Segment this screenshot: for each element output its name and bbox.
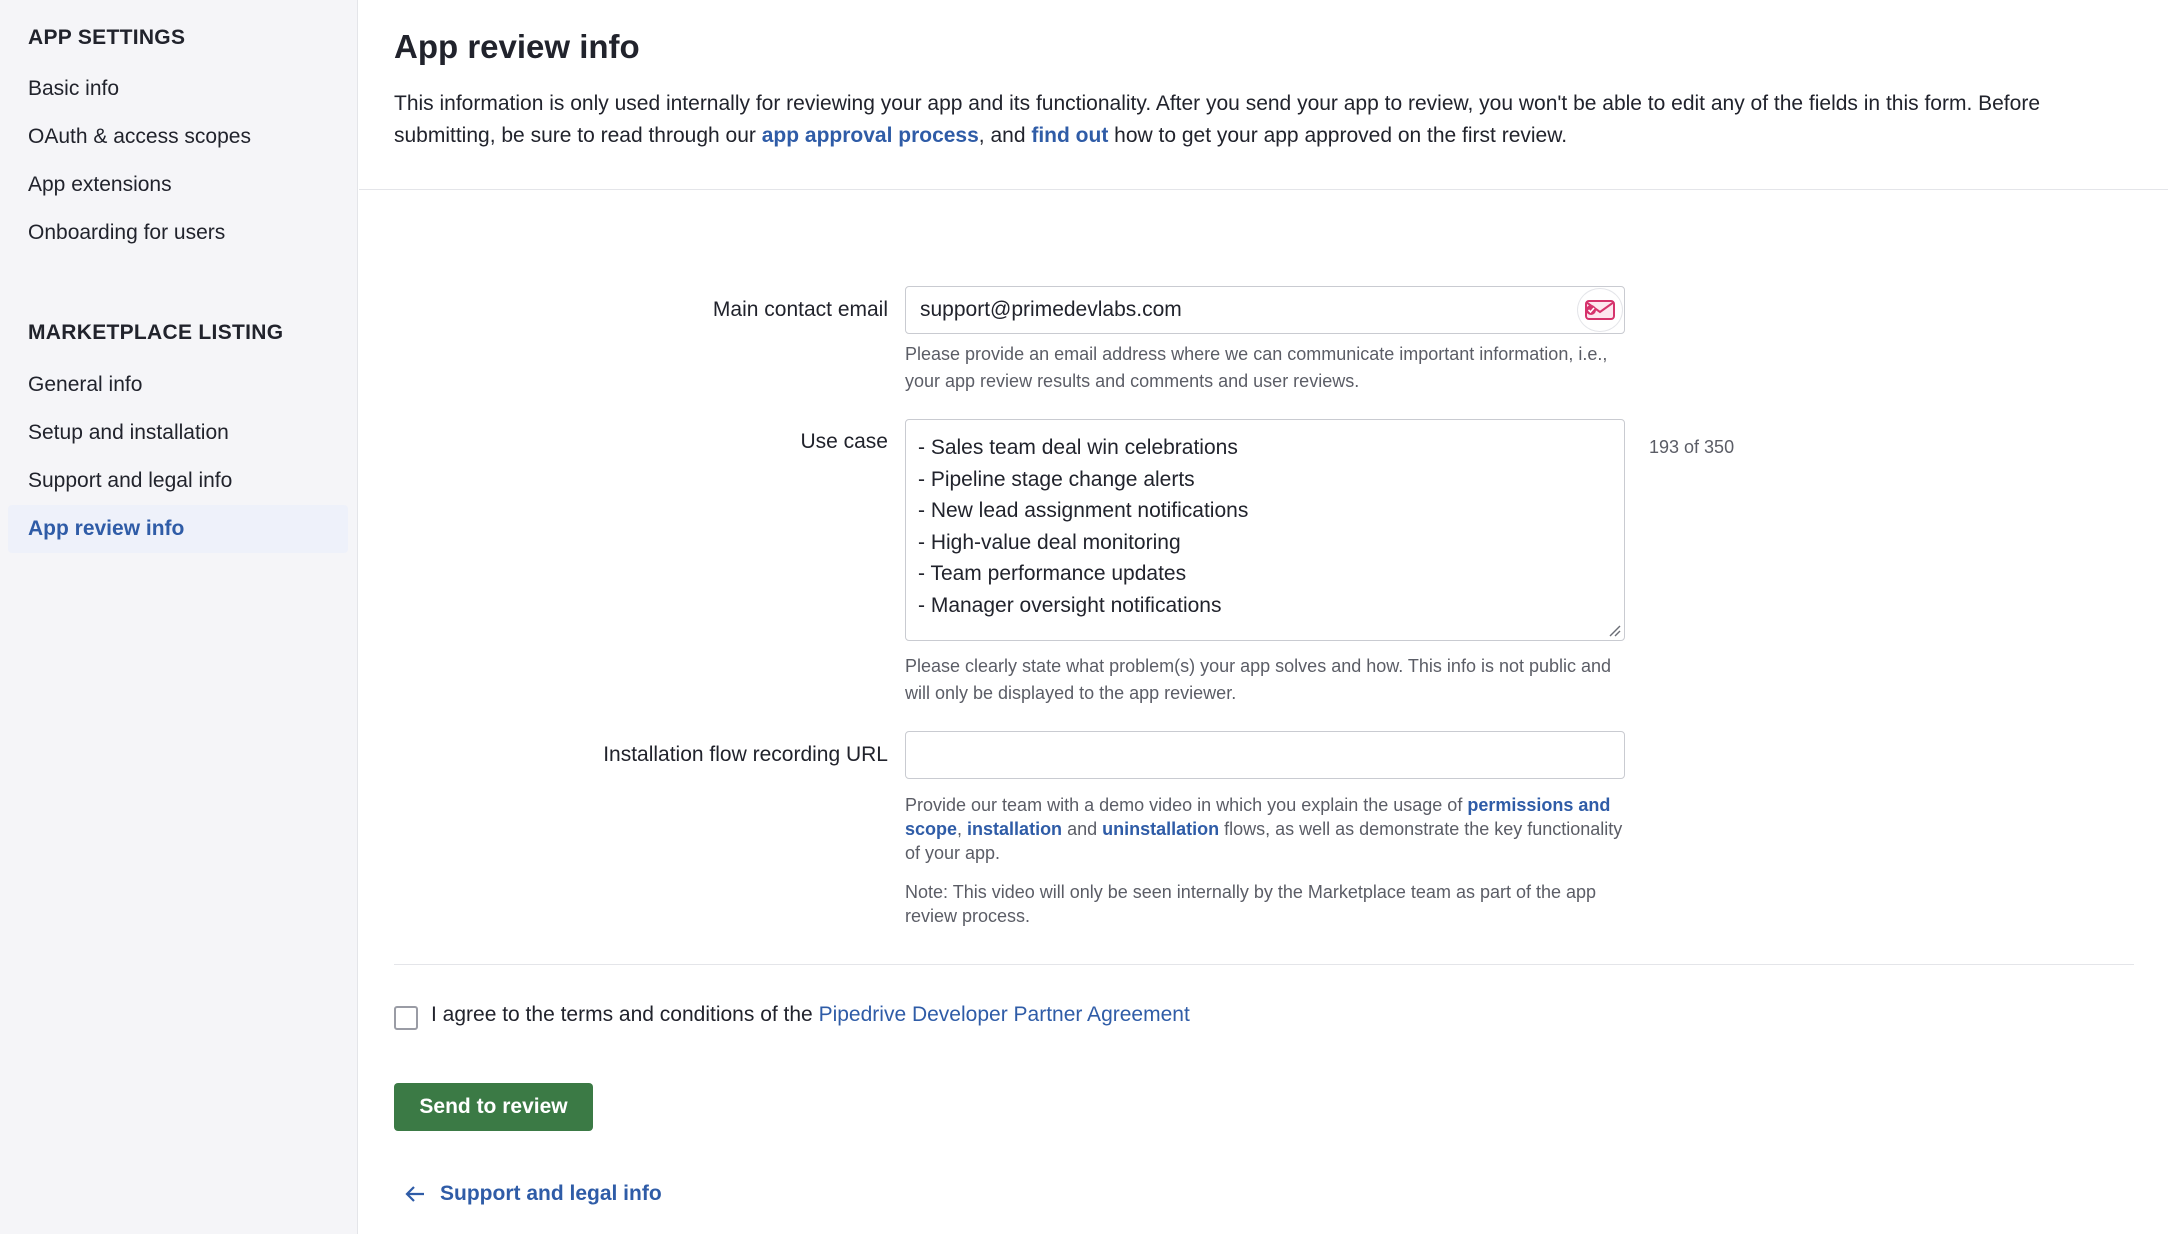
use-case-line: - Manager oversight notifications [918,593,1222,617]
find-out-link[interactable]: find out [1031,124,1108,147]
use-case-help-text: Please clearly state what problem(s) you… [905,656,1612,703]
recording-url-label: Installation flow recording URL [603,743,888,766]
help-text-part: , [957,819,968,839]
use-case-char-counter: 193 of 350 [1649,437,1735,457]
sidebar-item-app-review-info[interactable]: App review info [8,505,348,553]
sidebar-section-marketplace: MARKETPLACE LISTING [28,321,284,344]
header-divider [359,189,2168,190]
use-case-label: Use case [800,430,888,453]
intro-text-part: , and [978,124,1032,147]
recording-url-note: Note: This video will only be seen inter… [905,882,1597,926]
help-text-part: Provide our team with a demo video in wh… [905,795,1468,815]
back-link-label: Support and legal info [440,1182,662,1205]
main-content: App review info This information is only… [359,0,2168,1234]
sidebar: APP SETTINGS Basic info OAuth & access s… [0,0,358,1234]
agreement-text: I agree to the terms and conditions of t… [431,1003,819,1026]
resize-handle-icon[interactable] [1607,623,1621,637]
form-divider [394,964,2134,965]
sidebar-item-setup-installation[interactable]: Setup and installation [8,409,348,457]
recording-url-field[interactable] [918,732,1558,778]
sidebar-item-oauth-scopes[interactable]: OAuth & access scopes [8,113,348,161]
recording-url-help-text: Provide our team with a demo video in wh… [905,793,1625,865]
use-case-textarea[interactable]: - Sales team deal win celebrations - Pip… [905,419,1625,641]
email-help-text: Please provide an email address where we… [905,344,1608,391]
sidebar-item-support-legal[interactable]: Support and legal info [8,457,348,505]
use-case-line: - New lead assignment notifications [918,499,1249,522]
recording-url-wrapper [905,731,1625,779]
use-case-line: - Team performance updates [918,562,1187,585]
email-label: Main contact email [712,298,888,321]
sidebar-item-onboarding[interactable]: Onboarding for users [8,209,348,257]
use-case-line: - Sales team deal win celebrations [918,436,1238,459]
agreement-label: I agree to the terms and conditions of t… [431,1003,1190,1027]
sidebar-item-general-info[interactable]: General info [8,361,348,409]
partner-agreement-link[interactable]: Pipedrive Developer Partner Agreement [819,1003,1190,1026]
sidebar-section-app-settings: APP SETTINGS [28,26,186,49]
back-to-support-legal-link[interactable]: Support and legal info [404,1182,662,1206]
intro-text: This information is only used internally… [394,88,2134,152]
uninstallation-link[interactable]: uninstallation [1102,819,1219,839]
email-extension-icon[interactable] [1578,289,1622,331]
agreement-checkbox[interactable] [394,1006,418,1030]
send-to-review-button[interactable]: Send to review [394,1083,593,1131]
use-case-line: - Pipeline stage change alerts [918,467,1195,491]
help-text-part: and [1062,819,1103,839]
intro-text-part: how to get your app approved on the firs… [1108,124,1568,147]
app-approval-process-link[interactable]: app approval process [762,124,979,147]
sidebar-item-basic-info[interactable]: Basic info [8,65,348,113]
arrow-left-icon [405,1186,424,1202]
sidebar-item-app-extensions[interactable]: App extensions [8,161,348,209]
page-title: App review info [394,28,640,65]
installation-link[interactable]: installation [967,819,1062,839]
email-field-wrapper [905,286,1625,334]
email-field[interactable] [918,287,1558,333]
use-case-line: - High-value deal monitoring [918,530,1181,554]
